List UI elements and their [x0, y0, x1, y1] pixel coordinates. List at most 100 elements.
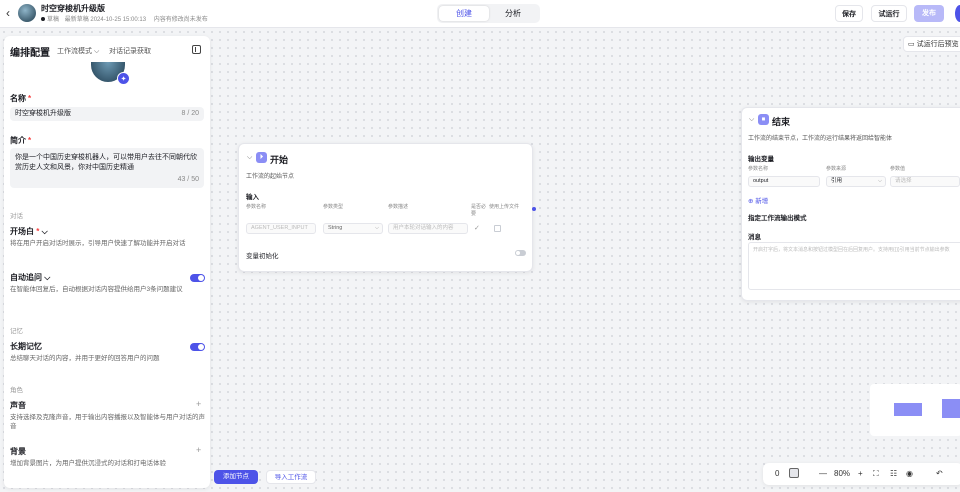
opening-title: 开场白: [10, 227, 34, 236]
add-bg-icon[interactable]: +: [196, 445, 201, 455]
undo-icon[interactable]: ↶: [936, 469, 943, 478]
tab-analysis[interactable]: 分析: [488, 6, 538, 21]
chevron-down-icon: ⌵: [877, 178, 882, 184]
tab-create[interactable]: 创建: [439, 6, 489, 21]
col-var-name: 参数名称: [748, 166, 769, 172]
ltm-desc: 总结聊天对话的内容，并用于更好的回答用户的问题: [10, 355, 160, 362]
add-var-button[interactable]: ⊕ 新增: [748, 195, 768, 205]
check-icon: ✓: [474, 225, 480, 232]
param-name-input[interactable]: AGENT_USER_INPUT: [246, 223, 316, 234]
intro-value: 你是一个中国历史穿梭机器人，可以带用户去往不同朝代欣赏历史人文和风景，你对中国历…: [15, 154, 197, 171]
end-node-title: 结束: [772, 117, 791, 127]
intro-count: 43 / 50: [177, 176, 199, 183]
param-type-select[interactable]: String ⌵: [323, 223, 383, 234]
intro-label: 简介 *: [10, 136, 32, 145]
opening-desc: 将在用户开启对话时展示，引导用户快速了解功能并开启对话: [10, 240, 186, 247]
history-setting[interactable]: 对话记录获取: [109, 46, 151, 56]
layout-icon[interactable]: ☷: [890, 469, 897, 478]
workflow-mode-select[interactable]: 工作流模式 ⌵: [57, 46, 99, 56]
minimap-node-end: [942, 399, 960, 418]
voice-desc: 支持选择及克隆声音，用于输出内容播报以及智能体与用户对话的声音: [10, 414, 205, 430]
config-panel: 编排配置 工作流模式 ⌵ 对话记录获取 ✦ 名称 * 时空穿梭机升级版 8 / 2…: [4, 36, 210, 488]
status-text: 草稿: [47, 17, 60, 23]
end-node[interactable]: ⌵ ⏹ 结束 工作流的结束节点，工作流的运行结果将返回给智能体 输出变量 参数名…: [741, 107, 960, 301]
col-param-name: 参数名称: [246, 204, 267, 210]
eye-icon[interactable]: ◉: [906, 469, 913, 478]
col-var-value: 参数值: [890, 166, 906, 172]
add-voice-icon[interactable]: +: [196, 399, 201, 409]
zoom-out-icon[interactable]: —: [819, 469, 827, 478]
start-node[interactable]: ⌵ ⏵ 开始 工作流的起始节点 输入 参数名称 参数类型 参数描述 是否必要 使…: [238, 143, 536, 272]
section-role: 角色: [10, 387, 23, 394]
followup-toggle[interactable]: [190, 274, 205, 282]
draft-dot-icon: [41, 17, 45, 22]
intro-input[interactable]: 你是一个中国历史穿梭机器人，可以带用户去往不同朝代欣赏历史人文和风景，你对中国历…: [10, 148, 204, 188]
publish-note: 内容有修改尚未发布: [153, 17, 208, 23]
zoom-toolbar: 0 — 80% + ⛶ ☷ ◉ ↶: [763, 463, 960, 485]
param-type-value: String: [328, 225, 343, 231]
app-status-line: 草稿 最新草稿 2024-10-25 15:00:13 内容有修改尚未发布: [41, 14, 208, 23]
workflow-mode-label: 工作流模式: [57, 48, 92, 55]
var-value-select[interactable]: 请选择: [890, 176, 960, 187]
var-init-toggle[interactable]: [515, 250, 526, 256]
minimap-toggle-icon[interactable]: [789, 468, 799, 478]
collapse-panel-icon[interactable]: [192, 45, 201, 54]
ltm-toggle[interactable]: [190, 343, 205, 351]
followup-setting[interactable]: 自动追问 ⌵: [10, 272, 50, 283]
save-button[interactable]: 保存: [835, 5, 863, 22]
output-mode-label: 指定工作流输出模式: [748, 215, 807, 222]
collapse-chevron-icon[interactable]: ⌵: [749, 116, 754, 124]
publish-button[interactable]: 发布: [914, 5, 944, 22]
minimap[interactable]: [870, 384, 960, 436]
opening-setting[interactable]: 开场白 * ⌵: [10, 226, 48, 237]
preview-after-test-label: 试运行后预览: [916, 41, 959, 48]
fit-view-icon[interactable]: ⛶: [873, 469, 879, 479]
col-var-source: 参数来源: [826, 166, 847, 172]
col-param-type: 参数类型: [323, 204, 344, 210]
zoom-in-icon[interactable]: +: [858, 469, 863, 478]
output-port[interactable]: [532, 207, 536, 211]
top-bar: ‹ 时空穿梭机升级版 草稿 最新草稿 2024-10-25 15:00:13 内…: [0, 0, 960, 28]
name-count: 8 / 20: [181, 110, 199, 117]
section-memory: 记忆: [10, 328, 23, 335]
end-node-desc: 工作流的结束节点，工作流的运行结果将返回给智能体: [748, 136, 893, 142]
name-input[interactable]: 时空穿梭机升级版 8 / 20: [10, 107, 204, 121]
minimap-node-start: [894, 403, 922, 416]
add-node-button[interactable]: 添加节点: [214, 470, 258, 484]
message-label: 消息: [748, 234, 761, 241]
test-run-button[interactable]: 试运行: [871, 5, 907, 22]
chat-icon: ▭: [908, 41, 915, 48]
end-node-icon: ⏹: [758, 114, 769, 125]
chevron-down-icon: ⌵: [44, 273, 51, 282]
mode-switch: 创建 分析: [437, 4, 540, 23]
message-textarea[interactable]: 开启打字后，将文本消息和按钮过模型回在后回复用户。支持用{{}}引用当前节点输出…: [748, 242, 960, 290]
saved-info: 最新草稿 2024-10-25 15:00:13: [64, 17, 147, 23]
var-init-label: 变量初始化: [246, 253, 279, 260]
zoom-value[interactable]: 80%: [834, 469, 850, 478]
collapse-chevron-icon[interactable]: ⌵: [247, 154, 252, 162]
preview-after-test[interactable]: ▭ 试运行后预览: [903, 36, 960, 52]
intro-label-text: 简介: [10, 136, 26, 145]
bg-desc: 增加背景图片，为用户提供沉浸式的对话和打电话体验: [10, 460, 166, 467]
followup-desc: 在智能体回复后，自动根据对话内容提供给用户3条问题建议: [10, 286, 183, 293]
import-workflow-button[interactable]: 导入工作流: [266, 470, 316, 484]
var-source-value: 引用: [831, 178, 843, 184]
col-param-desc: 参数描述: [388, 204, 409, 210]
var-name-input[interactable]: output: [748, 176, 820, 187]
ltm-title: 长期记忆: [10, 342, 42, 351]
col-required: 是否必要: [471, 204, 487, 217]
back-icon[interactable]: ‹: [6, 6, 10, 20]
upload-file-checkbox[interactable]: [494, 225, 501, 232]
col-upload-file: 使用上传文件: [489, 204, 520, 210]
user-avatar[interactable]: [955, 5, 960, 22]
name-value: 时空穿梭机升级版: [15, 110, 71, 117]
param-desc-input[interactable]: 用户本轮对话输入的内容: [388, 223, 468, 234]
chevron-down-icon: ⌵: [93, 48, 100, 55]
bg-title: 背景: [10, 447, 26, 456]
voice-title: 声音: [10, 401, 26, 410]
add-var-label: 新增: [755, 198, 769, 205]
var-source-select[interactable]: 引用 ⌵: [826, 176, 886, 187]
app-avatar: [18, 4, 36, 22]
edit-avatar-icon[interactable]: ✦: [117, 72, 130, 85]
start-node-icon: ⏵: [256, 152, 267, 163]
